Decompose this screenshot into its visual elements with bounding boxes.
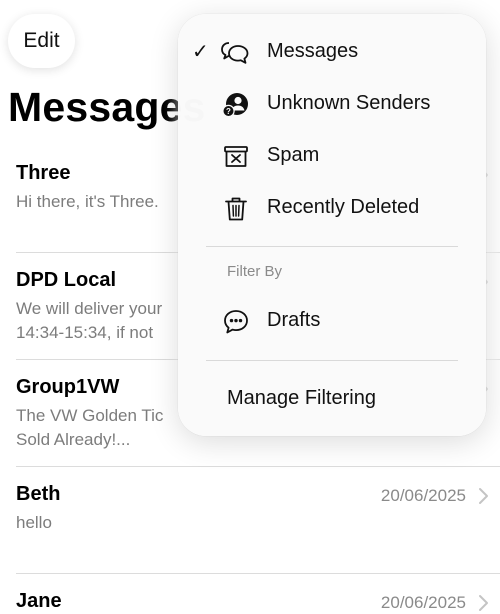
chat-bubbles-icon bbox=[221, 42, 249, 64]
menu-divider bbox=[206, 246, 458, 247]
menu-item-label: Unknown Senders bbox=[267, 92, 431, 114]
manage-filtering-button[interactable]: Manage Filtering bbox=[227, 387, 376, 410]
contact-name: Beth bbox=[16, 483, 61, 505]
message-date: 20/06/2025 bbox=[380, 593, 466, 612]
contact-name: Jane bbox=[16, 590, 62, 612]
unknown-person-icon: ? bbox=[222, 93, 248, 118]
menu-item-label: Recently Deleted bbox=[267, 196, 420, 218]
menu-item-drafts[interactable]: Drafts bbox=[178, 296, 486, 346]
spam-box-icon bbox=[224, 146, 248, 167]
contact-name: Three bbox=[16, 162, 71, 184]
conversation-row[interactable]: Beth 20/06/2025 hello bbox=[0, 467, 500, 574]
edit-button[interactable]: Edit bbox=[8, 14, 75, 68]
filter-by-heading: Filter By bbox=[227, 263, 283, 280]
menu-item-recently-deleted[interactable]: Recently Deleted bbox=[178, 183, 486, 233]
checkmark-icon: ✓ bbox=[192, 41, 209, 63]
trash-icon bbox=[225, 197, 247, 221]
svg-text:?: ? bbox=[226, 107, 231, 116]
menu-item-unknown-senders[interactable]: ? Unknown Senders bbox=[178, 79, 486, 129]
edit-button-label: Edit bbox=[23, 29, 60, 52]
menu-item-spam[interactable]: Spam bbox=[178, 131, 486, 181]
contact-name: Group1VW bbox=[16, 376, 120, 398]
menu-item-label: Spam bbox=[267, 144, 320, 166]
filter-menu: ✓ Messages ? Unknown Senders Spam Recent… bbox=[178, 14, 486, 436]
conversation-row[interactable]: Jane 20/06/2025 bbox=[0, 574, 500, 614]
message-preview: hello bbox=[16, 513, 52, 532]
menu-item-messages[interactable]: ✓ Messages bbox=[178, 27, 486, 77]
menu-item-label: Drafts bbox=[267, 309, 321, 331]
menu-item-label: Messages bbox=[267, 40, 359, 62]
contact-name: DPD Local bbox=[16, 269, 117, 291]
chevron-right-icon bbox=[479, 595, 488, 611]
drafts-bubble-icon bbox=[224, 310, 248, 334]
message-date: 20/06/2025 bbox=[380, 486, 466, 505]
chevron-right-icon bbox=[479, 488, 488, 504]
menu-divider bbox=[206, 360, 458, 361]
